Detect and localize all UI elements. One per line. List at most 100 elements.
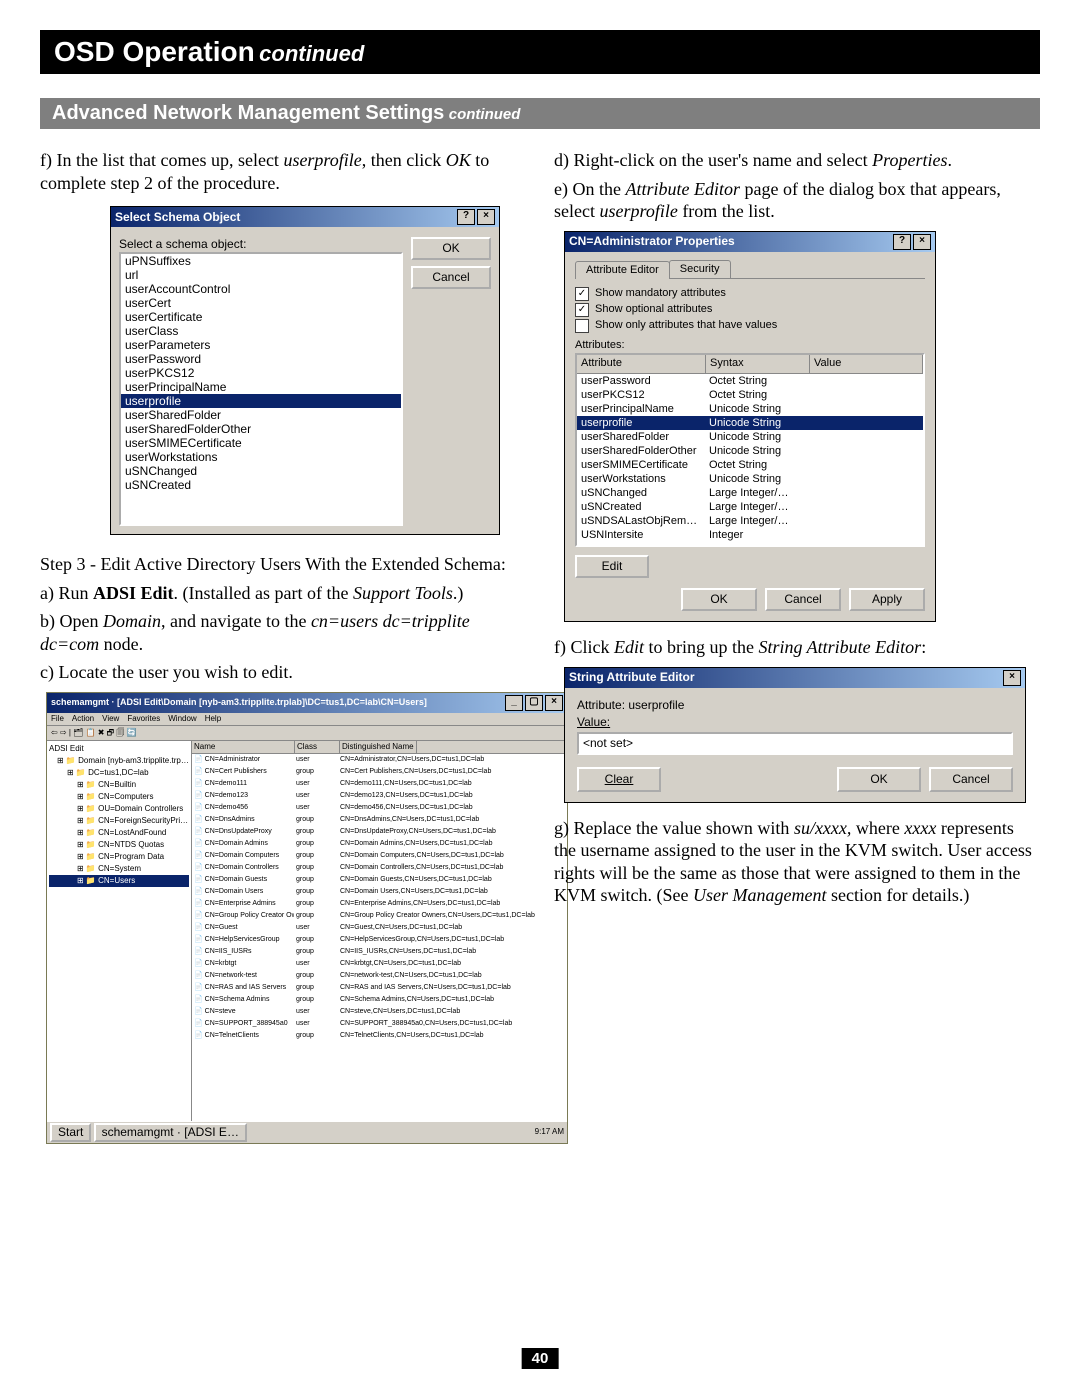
table-row[interactable]: 📄 CN=demo111userCN=demo111,CN=Users,DC=t… (192, 778, 567, 790)
list-item[interactable]: uPNSuffixes (121, 254, 401, 268)
tree-node[interactable]: ⊞ 📁 DC=tus1,DC=lab (49, 767, 189, 779)
table-row[interactable]: 📄 CN=SUPPORT_388945a0userCN=SUPPORT_3889… (192, 1018, 567, 1030)
table-row[interactable]: userPKCS12Octet String (577, 388, 923, 402)
cancel-button[interactable]: Cancel (765, 588, 841, 611)
select-schema-dialog[interactable]: Select Schema Object ? × Select a schema… (110, 206, 500, 535)
cancel-button[interactable]: Cancel (929, 767, 1013, 792)
tab-security[interactable]: Security (669, 260, 731, 279)
apply-button[interactable]: Apply (849, 588, 925, 611)
list-item[interactable]: userSharedFolder (121, 408, 401, 422)
table-row[interactable]: 📄 CN=steveuserCN=steve,CN=Users,DC=tus1,… (192, 1006, 567, 1018)
schema-listbox[interactable]: uPNSuffixesurluserAccountControluserCert… (119, 252, 403, 526)
table-row[interactable]: 📄 CN=TelnetClientsgroupCN=TelnetClients,… (192, 1030, 567, 1042)
close-icon[interactable]: × (913, 234, 931, 250)
column-header[interactable]: Distinguished Name (340, 741, 417, 753)
tree-node[interactable]: ADSI Edit (49, 743, 189, 755)
menu-item[interactable]: Window (168, 714, 196, 724)
check-optional[interactable]: ✓Show optional attributes (575, 303, 925, 317)
table-row[interactable]: uSNChangedLarge Integer/… (577, 486, 923, 500)
table-row[interactable]: 📄 CN=Domain AdminsgroupCN=Domain Admins,… (192, 838, 567, 850)
tree-node[interactable]: ⊞ 📁 CN=Builtin (49, 779, 189, 791)
string-attribute-editor[interactable]: String Attribute Editor × Attribute: use… (564, 667, 1026, 803)
list-item[interactable]: userAccountControl (121, 282, 401, 296)
ok-button[interactable]: OK (411, 237, 491, 260)
close-icon[interactable]: × (477, 209, 495, 225)
adsi-list[interactable]: NameClassDistinguished Name 📄 CN=Adminis… (192, 741, 567, 1121)
menu-item[interactable]: View (102, 714, 119, 724)
table-row[interactable]: 📄 CN=AdministratoruserCN=Administrator,C… (192, 754, 567, 766)
list-item[interactable]: uSNCreated (121, 478, 401, 492)
table-row[interactable]: 📄 CN=Domain GuestsgroupCN=Domain Guests,… (192, 874, 567, 886)
start-button[interactable]: Start (50, 1123, 91, 1142)
prop-tabs[interactable]: Attribute Editor Security (575, 260, 925, 280)
taskbar[interactable]: Start schemamgmt · [ADSI E… 9:17 AM (47, 1121, 567, 1143)
tree-node[interactable]: ⊞ 📁 CN=System (49, 863, 189, 875)
tree-node[interactable]: ⊞ 📁 CN=Users (49, 875, 189, 887)
menu-item[interactable]: Favorites (127, 714, 160, 724)
adsi-tree[interactable]: ADSI Edit⊞ 📁 Domain [nyb-am3.tripplite.t… (47, 741, 192, 1121)
list-item[interactable]: url (121, 268, 401, 282)
ok-button[interactable]: OK (681, 588, 757, 611)
taskbar-app[interactable]: schemamgmt · [ADSI E… (94, 1123, 247, 1142)
list-item[interactable]: userClass (121, 324, 401, 338)
table-row[interactable]: USNIntersiteInteger (577, 528, 923, 542)
menu-item[interactable]: Action (72, 714, 94, 724)
list-item[interactable]: userPrincipalName (121, 380, 401, 394)
table-row[interactable]: 📄 CN=demo456userCN=demo456,CN=Users,DC=t… (192, 802, 567, 814)
table-row[interactable]: userPrincipalNameUnicode String (577, 402, 923, 416)
ok-button[interactable]: OK (837, 767, 921, 792)
sae-value-input[interactable]: <not set> (577, 732, 1013, 755)
tree-node[interactable]: ⊞ 📁 Domain [nyb-am3.tripplite.trplab] (49, 755, 189, 767)
table-row[interactable]: 📄 CN=GuestuserCN=Guest,CN=Users,DC=tus1,… (192, 922, 567, 934)
table-row[interactable]: uSNLastObjRemLarge Integer/… (577, 542, 923, 544)
table-row[interactable]: 📄 CN=DnsUpdateProxygroupCN=DnsUpdateProx… (192, 826, 567, 838)
table-row[interactable]: uSNCreatedLarge Integer/… (577, 500, 923, 514)
table-row[interactable]: userSharedFolderUnicode String (577, 430, 923, 444)
list-item[interactable]: uSNDSALastObjRemoved (121, 492, 401, 494)
table-row[interactable]: 📄 CN=Domain ComputersgroupCN=Domain Comp… (192, 850, 567, 862)
check-values[interactable]: Show only attributes that have values (575, 319, 925, 333)
list-item[interactable]: userPassword (121, 352, 401, 366)
tree-node[interactable]: ⊞ 📁 OU=Domain Controllers (49, 803, 189, 815)
list-item[interactable]: userPKCS12 (121, 366, 401, 380)
table-row[interactable]: uSNDSALastObjRem…Large Integer/… (577, 514, 923, 528)
menu-item[interactable]: File (51, 714, 64, 724)
table-row[interactable]: 📄 CN=Group Policy Creator Ow…groupCN=Gro… (192, 910, 567, 922)
table-row[interactable]: 📄 CN=Cert PublishersgroupCN=Cert Publish… (192, 766, 567, 778)
minimize-icon[interactable]: _ (505, 695, 523, 711)
table-row[interactable]: 📄 CN=HelpServicesGroupgroupCN=HelpServic… (192, 934, 567, 946)
adsi-edit-window[interactable]: schemamgmt · [ADSI Edit\Domain [nyb-am3.… (46, 692, 568, 1144)
check-mandatory[interactable]: ✓Show mandatory attributes (575, 287, 925, 301)
list-item[interactable]: userSMIMECertificate (121, 436, 401, 450)
list-item[interactable]: userCert (121, 296, 401, 310)
list-item[interactable]: userParameters (121, 338, 401, 352)
table-row[interactable]: 📄 CN=RAS and IAS ServersgroupCN=RAS and … (192, 982, 567, 994)
menu-item[interactable]: Help (205, 714, 221, 724)
table-row[interactable]: userprofileUnicode String (577, 416, 923, 430)
table-row[interactable]: userWorkstationsUnicode String (577, 472, 923, 486)
tree-node[interactable]: ⊞ 📁 CN=NTDS Quotas (49, 839, 189, 851)
tree-node[interactable]: ⊞ 📁 CN=Program Data (49, 851, 189, 863)
list-item[interactable]: userCertificate (121, 310, 401, 324)
tree-node[interactable]: ⊞ 📁 CN=LostAndFound (49, 827, 189, 839)
cancel-button[interactable]: Cancel (411, 266, 491, 289)
table-row[interactable]: userSharedFolderOtherUnicode String (577, 444, 923, 458)
help-icon[interactable]: ? (457, 209, 475, 225)
tree-node[interactable]: ⊞ 📁 CN=Computers (49, 791, 189, 803)
column-header[interactable]: Class (295, 741, 340, 753)
table-row[interactable]: 📄 CN=network-testgroupCN=network-test,CN… (192, 970, 567, 982)
table-row[interactable]: 📄 CN=DnsAdminsgroupCN=DnsAdmins,CN=Users… (192, 814, 567, 826)
table-row[interactable]: 📄 CN=demo123userCN=demo123,CN=Users,DC=t… (192, 790, 567, 802)
table-row[interactable]: 📄 CN=Enterprise AdminsgroupCN=Enterprise… (192, 898, 567, 910)
list-item[interactable]: uSNChanged (121, 464, 401, 478)
column-header[interactable]: Name (192, 741, 295, 753)
tab-attribute-editor[interactable]: Attribute Editor (575, 261, 670, 280)
table-row[interactable]: 📄 CN=Domain ControllersgroupCN=Domain Co… (192, 862, 567, 874)
help-icon[interactable]: ? (893, 234, 911, 250)
properties-dialog[interactable]: CN=Administrator Properties ? × Attribut… (564, 231, 936, 623)
table-row[interactable]: 📄 CN=Schema AdminsgroupCN=Schema Admins,… (192, 994, 567, 1006)
adsi-toolbar[interactable]: ⇦ ⇨ | 🗂 📋 ✖ 🗗 🗐 🔄 (47, 726, 567, 741)
maximize-icon[interactable]: ▢ (525, 695, 543, 711)
table-row[interactable]: 📄 CN=IIS_IUSRsgroupCN=IIS_IUSRs,CN=Users… (192, 946, 567, 958)
list-item[interactable]: userWorkstations (121, 450, 401, 464)
